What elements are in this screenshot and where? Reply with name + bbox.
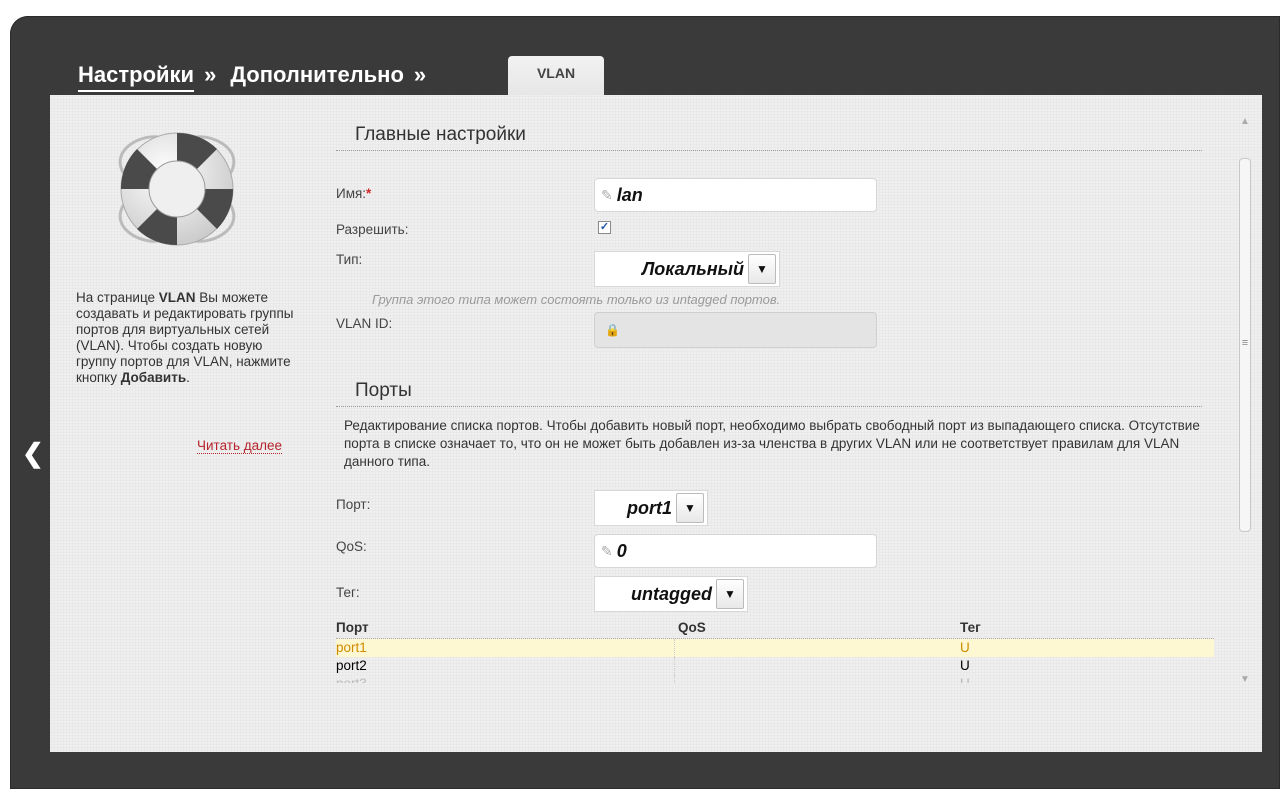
vlan-id-field[interactable]: 🔒	[594, 312, 877, 348]
section-title-main: Главные настройки	[336, 124, 1202, 151]
cell-qos	[674, 675, 960, 683]
cell-qos	[674, 657, 960, 675]
table-header: Порт QoS Тег	[336, 620, 1214, 639]
breadcrumb-settings[interactable]: Настройки	[78, 62, 195, 92]
cell-tag: U	[960, 675, 1214, 683]
column-header-tag: Тег	[960, 620, 981, 635]
port-label: Порт:	[336, 497, 371, 512]
cell-qos	[674, 639, 960, 657]
table-row[interactable]: port1 U	[336, 639, 1214, 657]
chevron-down-icon: ▼	[748, 254, 776, 284]
qos-label: QoS:	[336, 539, 367, 554]
section-title-ports: Порты	[336, 380, 1202, 407]
table-row[interactable]: port3 U	[336, 675, 1214, 683]
column-header-port: Порт	[336, 620, 369, 635]
grip-icon: ≡	[1241, 337, 1249, 349]
pencil-icon: ✎	[601, 186, 613, 203]
ports-description: Редактирование списка портов. Чтобы доба…	[344, 418, 1200, 469]
qos-field[interactable]: ✎ 0	[594, 534, 877, 568]
type-select[interactable]: Локальный ▼	[594, 251, 780, 287]
cell-port: port3	[336, 675, 674, 683]
table-row[interactable]: port2 U	[336, 657, 1214, 675]
breadcrumb-separator: »	[204, 62, 217, 87]
breadcrumb-separator: »	[413, 62, 427, 87]
breadcrumb: Настройки » Дополнительно »	[78, 62, 440, 96]
chevron-left-icon[interactable]: ❮	[22, 438, 44, 469]
lock-icon: 🔒	[605, 323, 620, 337]
cell-tag: U	[960, 658, 970, 673]
help-text: На странице VLAN Вы можете создавать и р…	[76, 290, 294, 385]
scrollbar[interactable]: ▲ ≡ ▼	[1238, 112, 1252, 690]
type-hint: Группа этого типа может состоять только …	[372, 292, 781, 307]
vlan-id-label: VLAN ID:	[336, 316, 393, 331]
cell-port: port1	[336, 640, 367, 655]
cell-port: port2	[336, 658, 367, 673]
ports-table: Порт QoS Тег port1 U port2 U port3 U	[336, 620, 1214, 683]
column-header-qos: QoS	[678, 620, 706, 635]
tag-label: Тег:	[336, 585, 360, 600]
type-label: Тип:	[336, 252, 363, 267]
pencil-icon: ✎	[601, 542, 613, 559]
enable-label: Разрешить:	[336, 222, 409, 237]
read-more-link[interactable]: Читать далее	[197, 438, 283, 454]
tab-vlan[interactable]: VLAN	[508, 56, 604, 96]
name-field[interactable]: ✎ lan	[594, 178, 877, 212]
scroll-down-icon[interactable]: ▼	[1240, 674, 1250, 685]
enable-checkbox[interactable]: ✓	[598, 221, 611, 234]
scroll-up-icon[interactable]: ▲	[1240, 116, 1250, 127]
cell-tag: U	[960, 640, 970, 655]
port-select[interactable]: port1 ▼	[594, 490, 708, 526]
breadcrumb-advanced[interactable]: Дополнительно	[230, 62, 404, 90]
tag-select[interactable]: untagged ▼	[594, 576, 748, 612]
chevron-down-icon: ▼	[716, 579, 744, 609]
name-label: Имя:*	[336, 186, 372, 201]
lifebuoy-icon	[118, 132, 236, 246]
scrollbar-thumb[interactable]: ≡	[1239, 158, 1251, 532]
chevron-down-icon: ▼	[676, 493, 704, 523]
